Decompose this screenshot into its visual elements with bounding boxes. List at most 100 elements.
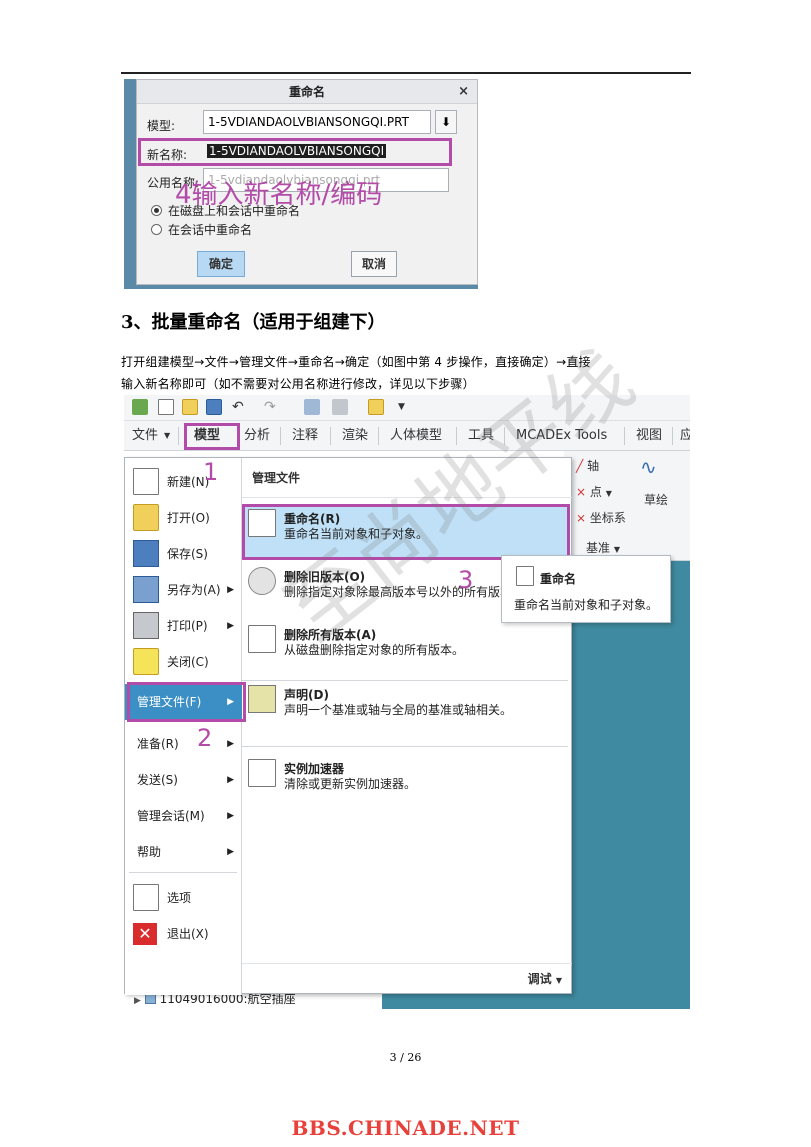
submenu-title: 声明(D) <box>284 688 329 702</box>
submenu-item-declare[interactable]: 声明(D) 声明一个基准或轴与全局的基准或轴相关。 <box>242 682 568 738</box>
tab-file-arrow-icon: ▼ <box>164 431 171 440</box>
submenu-arrow-icon: ▶ <box>227 585 234 595</box>
datum-label: 基准 <box>586 541 611 555</box>
rename-dialog-screenshot: 重命名 × 模型: 1-5VDIANDAOLVBIANSONGQI.PRT ⬇ … <box>124 79 478 289</box>
close-icon[interactable]: × <box>458 80 469 104</box>
tab-separator <box>378 427 379 445</box>
save-as-icon <box>133 576 159 603</box>
menu-label: 打开(O) <box>167 511 210 525</box>
expand-arrow-icon: ▶ <box>134 996 141 1006</box>
save-icon <box>133 540 159 567</box>
datum-dropdown-icon: ▼ <box>613 545 620 554</box>
tab-analysis[interactable]: 分析 <box>244 421 270 451</box>
dialog-title: 重命名 <box>288 85 325 99</box>
csys-button[interactable]: ⨯ 坐标系 <box>576 509 626 526</box>
rename-dialog: 重命名 × 模型: 1-5VDIANDAOLVBIANSONGQI.PRT ⬇ … <box>136 79 478 285</box>
options-icon <box>133 884 159 911</box>
instance-accelerator-icon <box>248 759 276 787</box>
paragraph-line2: 输入新名称即可（如不需要对公用名称进行修改，详见以下步骤） <box>121 377 475 391</box>
menu-item-send[interactable]: 发送(S) ▶ <box>125 762 242 798</box>
new-name-highlight <box>138 138 452 166</box>
menu-item-close[interactable]: 关闭(C) <box>125 644 242 680</box>
ok-button[interactable]: 确定 <box>197 251 245 277</box>
rename-tooltip-icon <box>516 566 534 586</box>
save-icon[interactable] <box>206 399 222 415</box>
axis-label: 轴 <box>587 459 600 473</box>
step2-annotation: 2 <box>197 724 213 752</box>
point-icon: × <box>576 485 587 499</box>
model-field[interactable]: 1-5VDIANDAOLVBIANSONGQI.PRT <box>203 110 431 134</box>
page-number: 3 / 26 <box>389 1051 422 1064</box>
site-footer[interactable]: BBS.CHINADE.NET <box>0 1116 811 1140</box>
tab-render[interactable]: 渲染 <box>342 421 368 451</box>
model-tab-highlight <box>184 423 240 450</box>
submenu-item-instance-accelerator[interactable]: 实例加速器 清除或更新实例加速器。 <box>242 756 568 802</box>
menu-item-print[interactable]: 打印(P) ▶ <box>125 608 242 644</box>
radio-icon <box>151 224 162 235</box>
submenu-item-delete-all-versions[interactable]: 删除所有版本(A) 从磁盘删除指定对象的所有版本。 <box>242 622 568 678</box>
submenu-arrow-icon: ▶ <box>227 811 234 821</box>
menu-label: 帮助 <box>137 845 162 859</box>
customize-dropdown-icon[interactable]: ▼ <box>398 399 414 415</box>
new-file-icon[interactable] <box>158 399 174 415</box>
print-icon <box>133 612 159 639</box>
menu-item-save-as[interactable]: 另存为(A) ▶ <box>125 572 242 608</box>
new-icon <box>133 468 159 495</box>
close-icon <box>133 648 159 675</box>
radio-selected-icon <box>151 205 162 216</box>
model-label: 模型: <box>147 119 176 133</box>
close-window-icon[interactable] <box>368 399 384 415</box>
debug-button[interactable]: 调试 ▼ <box>242 963 572 995</box>
menu-item-exit[interactable]: ✕ 退出(X) <box>125 916 242 952</box>
menu-item-help[interactable]: 帮助 ▶ <box>125 834 242 870</box>
windows-icon[interactable] <box>332 399 348 415</box>
radio-rename-session[interactable]: 在会话中重命名 <box>151 221 252 238</box>
open-icon <box>133 504 159 531</box>
undo-icon[interactable]: ↶ <box>232 399 248 415</box>
tab-annotate[interactable]: 注释 <box>292 421 318 451</box>
open-folder-icon[interactable] <box>182 399 198 415</box>
submenu-arrow-icon: ▶ <box>227 775 234 785</box>
debug-dropdown-icon: ▼ <box>555 976 562 985</box>
submenu-divider <box>242 746 568 747</box>
declare-icon <box>248 685 276 713</box>
menu-item-new[interactable]: 新建(N) <box>125 464 242 500</box>
redo-icon[interactable]: ↷ <box>264 399 280 415</box>
menu-item-manage-session[interactable]: 管理会话(M) ▶ <box>125 798 242 834</box>
menu-label: 退出(X) <box>167 927 209 941</box>
tab-separator <box>330 427 331 445</box>
menu-item-options[interactable]: 选项 <box>125 880 242 916</box>
point-button[interactable]: × 点 ▼ <box>576 483 612 500</box>
csys-label: 坐标系 <box>589 511 626 525</box>
sketch-icon[interactable]: ∿ <box>640 455 657 479</box>
datum-group-label[interactable]: 基准 ▼ <box>586 539 620 556</box>
ribbon-datum-group: ╱ 轴 × 点 ▼ ⨯ 坐标系 ∿ 草绘 基准 ▼ <box>564 451 690 561</box>
menu-label: 打印(P) <box>167 619 208 633</box>
menu-divider <box>129 872 237 873</box>
tab-view[interactable]: 视图 <box>636 421 662 451</box>
delete-all-versions-icon <box>248 625 276 653</box>
manage-file-highlight <box>127 682 246 722</box>
tab-file[interactable]: 文件 <box>132 421 158 451</box>
menu-label: 准备(R) <box>137 737 179 751</box>
menu-item-open[interactable]: 打开(O) <box>125 500 242 536</box>
tab-applications[interactable]: 应 <box>680 421 690 451</box>
step4-annotation: 4输入新名称/编码 <box>175 180 383 210</box>
cancel-button[interactable]: 取消 <box>351 251 397 277</box>
tab-separator <box>178 427 179 445</box>
menu-label: 另存为(A) <box>167 583 221 597</box>
csys-icon: ⨯ <box>576 511 587 525</box>
sketch-label[interactable]: 草绘 <box>644 491 668 508</box>
exit-icon: ✕ <box>133 923 157 945</box>
menu-label: 管理会话(M) <box>137 809 205 823</box>
rename-tooltip: 重命名 重命名当前对象和子对象。 <box>501 555 671 623</box>
menu-item-save[interactable]: 保存(S) <box>125 536 242 572</box>
radio2-label: 在会话中重命名 <box>168 223 253 237</box>
menu-item-prepare[interactable]: 准备(R) ▶ <box>125 726 242 762</box>
regenerate-icon[interactable] <box>304 399 320 415</box>
tab-separator <box>672 427 673 445</box>
open-model-button[interactable]: ⬇ <box>435 110 457 134</box>
step3-annotation: 3 <box>458 566 474 594</box>
app-icon[interactable] <box>132 399 148 415</box>
download-arrow-icon: ⬇ <box>440 115 452 129</box>
